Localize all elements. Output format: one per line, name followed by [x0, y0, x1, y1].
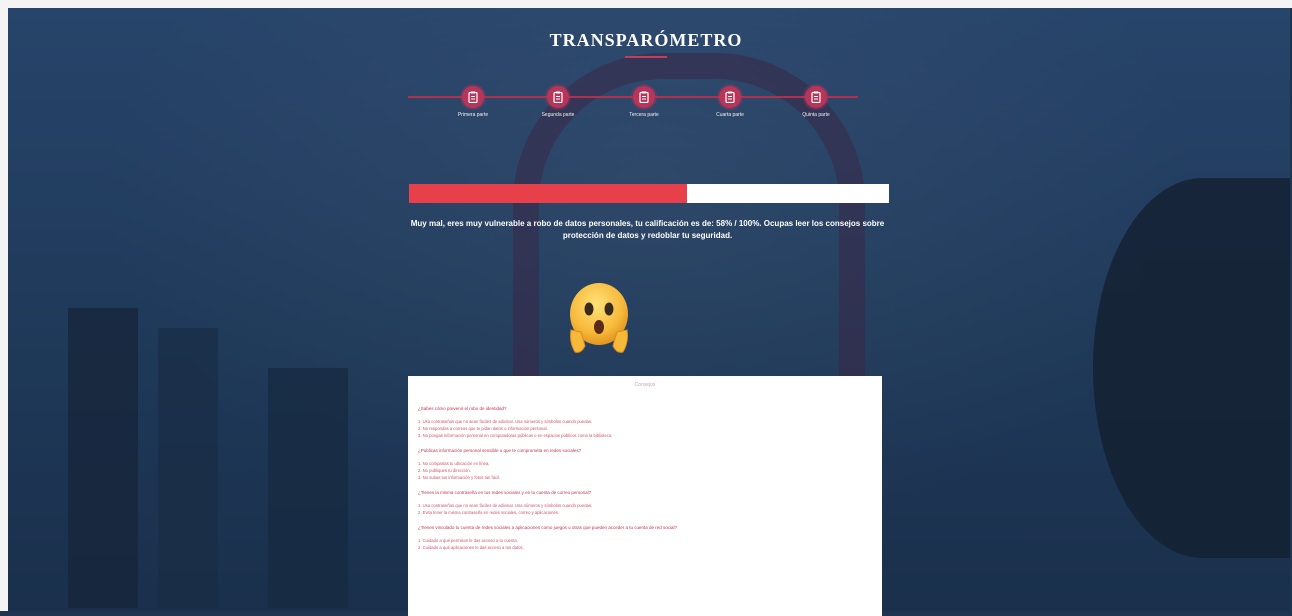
advice-answer: 1. Usa contraseñas que no sean fáciles d… — [418, 419, 593, 424]
advice-answer: 2. No respondas a correos que te pidan d… — [418, 426, 548, 431]
step-tercera-parte[interactable]: Tercera parte — [604, 84, 684, 118]
step-segunda-parte[interactable]: Segunda parte — [518, 84, 598, 118]
page-title: TRANSPARÓMETRO — [549, 30, 743, 50]
advice-answer: 2. No publiques tu dirección. — [418, 468, 471, 473]
result-message: Muy mal, eres muy vulnerable a robo de d… — [410, 219, 885, 240]
clipboard-icon — [805, 86, 827, 108]
advice-list: ¿Sabes cómo prevenir el robo de identida… — [408, 388, 882, 550]
advice-question: ¿Publicas información personal sensible … — [418, 448, 582, 453]
advice-question: ¿Tienes vinculado tu cuenta de redes soc… — [418, 525, 677, 530]
clipboard-icon — [547, 86, 569, 108]
step-label: Tercera parte — [629, 112, 659, 118]
advice-answer: 2. Cuidado a qué aplicaciones le das acc… — [418, 545, 524, 550]
step-cuarta-parte[interactable]: Cuarta parte — [690, 84, 770, 118]
section-stepper: Primera parte Segunda parte Tercera part… — [408, 84, 858, 124]
clipboard-icon — [719, 86, 741, 108]
advice-answer: 1. Cuidado a qué permisos le das acceso … — [418, 538, 518, 543]
clipboard-icon — [633, 86, 655, 108]
advice-answer: 3. No subas tus información y fotos tan … — [418, 475, 501, 480]
advice-title: Consejos — [634, 382, 656, 388]
scan-border-top — [0, 0, 1292, 8]
background-shelf — [68, 308, 138, 608]
step-label: Primera parte — [457, 112, 489, 118]
step-primera-parte[interactable]: Primera parte — [433, 84, 513, 118]
clipboard-icon — [462, 86, 484, 108]
advice-panel: Consejos ¿Sabes cómo prevenir el robo de… — [408, 376, 882, 616]
advice-answer: 1. No compartas tu ubicación en línea. — [418, 461, 490, 466]
advice-answer: 3. No pongas información personal en com… — [418, 433, 613, 438]
step-label: Cuarta parte — [716, 112, 744, 118]
score-progress-fill — [409, 184, 688, 203]
score-progress-bar — [409, 184, 889, 203]
step-quinta-parte[interactable]: Quinta parte — [776, 84, 856, 118]
background-shelf — [158, 328, 218, 608]
shocked-face-emoji-icon — [567, 280, 631, 356]
title-underline — [625, 56, 667, 58]
step-label: Quinta parte — [802, 112, 830, 118]
advice-answer: 2. Evita tener la misma contraseña en re… — [418, 510, 560, 515]
step-label: Segunda parte — [541, 112, 575, 118]
advice-question: ¿Sabes cómo prevenir el robo de identida… — [418, 406, 507, 411]
background-shelf — [268, 368, 348, 608]
advice-answer: 1. Usa contraseñas que no sean fáciles d… — [418, 503, 593, 508]
scan-border-left — [0, 0, 8, 611]
advice-question: ¿Tienes la misma contraseña en tus redes… — [418, 490, 592, 495]
